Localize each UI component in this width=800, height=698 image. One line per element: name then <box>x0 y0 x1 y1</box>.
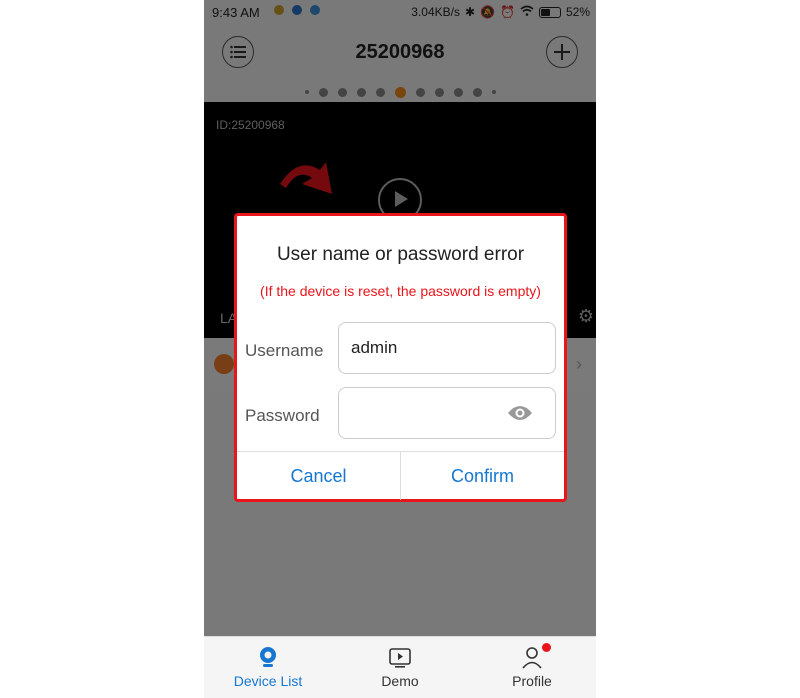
username-label: Username <box>245 341 324 360</box>
show-password-icon[interactable] <box>507 404 533 422</box>
nav-label: Demo <box>381 673 419 689</box>
nav-label: Device List <box>233 673 303 689</box>
username-input[interactable]: admin <box>338 322 556 374</box>
confirm-button[interactable]: Confirm <box>401 452 564 500</box>
dialog-actions: Cancel Confirm <box>237 451 564 500</box>
dialog-title: User name or password error <box>276 244 525 265</box>
camera-icon <box>256 645 280 669</box>
nav-demo[interactable]: Demo <box>350 645 450 689</box>
nav-profile[interactable]: Profile <box>482 643 582 689</box>
login-error-dialog: User name or password error (If the devi… <box>234 213 567 502</box>
nav-device-list[interactable]: Device List <box>218 645 318 689</box>
dialog-subtitle: (If the device is reset, the password is… <box>260 283 541 299</box>
user-icon <box>520 643 551 669</box>
notification-badge <box>542 643 551 652</box>
password-label: Password <box>245 406 320 425</box>
bottom-nav: Device List Demo Profile <box>204 636 596 698</box>
cancel-button[interactable]: Cancel <box>237 452 400 500</box>
nav-label: Profile <box>512 673 552 689</box>
video-icon <box>388 645 412 669</box>
